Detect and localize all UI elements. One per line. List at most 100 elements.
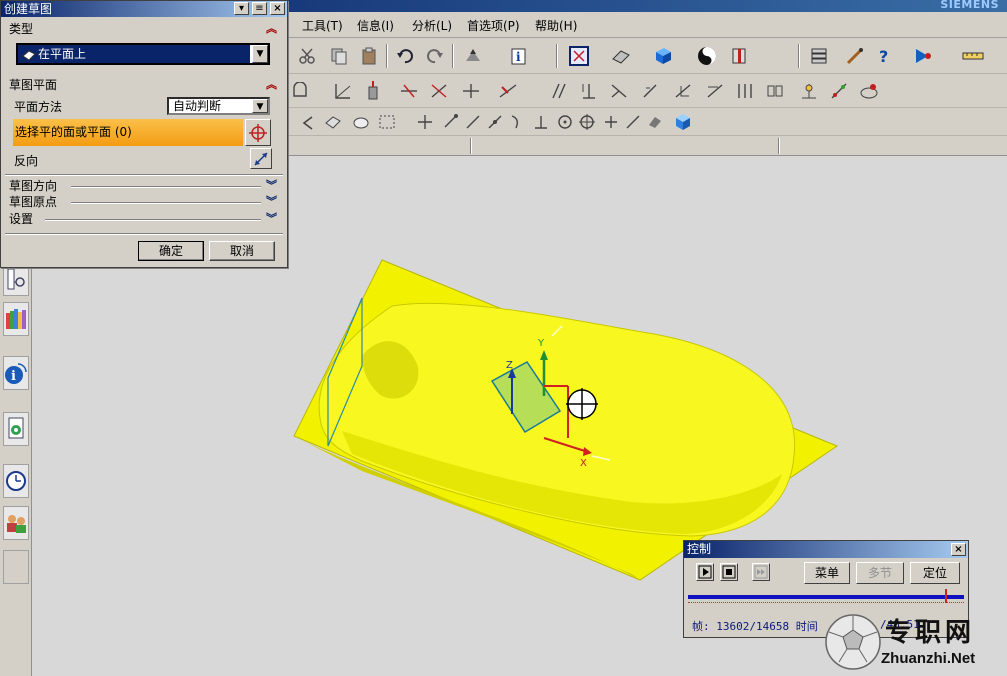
- plane-selector-icon[interactable]: [245, 119, 271, 146]
- snap-intersection-icon[interactable]: [600, 111, 622, 133]
- watermark-url: Zhuanzhi.Net: [881, 650, 976, 667]
- play-step-icon[interactable]: [696, 563, 714, 581]
- animate-dimension-icon[interactable]: [858, 80, 880, 102]
- dropdown-arrow-icon[interactable]: ▼: [252, 45, 268, 63]
- svg-text:i: i: [11, 369, 16, 384]
- coincident-constraint-icon[interactable]: [608, 80, 630, 102]
- empty-tab[interactable]: [3, 550, 29, 584]
- z-axis-label: Z: [506, 360, 513, 371]
- menu-button[interactable]: 菜单: [804, 562, 850, 584]
- info-icon[interactable]: i: [3, 356, 29, 390]
- locate-button[interactable]: 定位: [910, 562, 960, 584]
- menu-help[interactable]: 帮助(H): [535, 17, 577, 34]
- x-axis-label: X: [580, 458, 587, 469]
- select-planar-face-row[interactable]: 选择平的面或平面 (0): [13, 119, 243, 146]
- playback-playhead[interactable]: [944, 589, 947, 603]
- parallel-constraint-icon[interactable]: [548, 80, 570, 102]
- snap-center-icon[interactable]: [554, 111, 576, 133]
- sketch-orientation-group-header[interactable]: 草图方向 ︾: [9, 178, 281, 194]
- paste-icon[interactable]: [358, 45, 380, 67]
- history-clock-icon[interactable]: [3, 464, 29, 498]
- menu-tools[interactable]: 工具(T): [302, 17, 343, 34]
- menu-preferences[interactable]: 首选项(P): [467, 17, 520, 34]
- dialog-menu-icon[interactable]: ≡: [252, 2, 267, 15]
- snap-point-icon[interactable]: [414, 111, 436, 133]
- brand-logo: SIEMENS: [940, 0, 999, 11]
- ok-button[interactable]: 确定: [138, 241, 204, 261]
- layer-settings-icon[interactable]: [808, 45, 830, 67]
- extrude-sketch-icon[interactable]: [362, 80, 384, 102]
- snap-perp-icon[interactable]: [530, 111, 552, 133]
- select-solid-icon[interactable]: [672, 111, 694, 133]
- extend-curve-icon[interactable]: [428, 80, 450, 102]
- control-close-icon[interactable]: ×: [951, 543, 966, 556]
- redo-icon[interactable]: [424, 45, 446, 67]
- stop-icon[interactable]: [720, 563, 738, 581]
- select-surface-icon[interactable]: [350, 111, 372, 133]
- reuse-library-icon[interactable]: [3, 302, 29, 336]
- dropdown-arrow-icon[interactable]: ▼: [252, 99, 268, 113]
- expand-chevron-icon[interactable]: ︾: [266, 211, 277, 227]
- snap-face-icon[interactable]: [644, 111, 666, 133]
- select-body-icon[interactable]: [322, 111, 344, 133]
- horizontal-constraint-icon[interactable]: [704, 80, 726, 102]
- snap-end-icon[interactable]: [440, 111, 462, 133]
- dialog-collapse-icon[interactable]: ▾: [234, 2, 249, 15]
- type-group-header[interactable]: 类型 ︽: [9, 21, 281, 37]
- collapse-chevron-icon[interactable]: ︽: [266, 21, 277, 37]
- snap-line-icon[interactable]: [462, 111, 484, 133]
- equal-length-icon[interactable]: [640, 80, 662, 102]
- arc-shape-icon[interactable]: [290, 80, 312, 102]
- collinear-constraint-icon[interactable]: [764, 80, 786, 102]
- settings-group-header[interactable]: 设置 ︾: [9, 211, 281, 227]
- expand-chevron-icon[interactable]: ︾: [266, 194, 277, 210]
- menu-analysis[interactable]: 分析(L): [412, 17, 452, 34]
- cut-icon[interactable]: [296, 45, 318, 67]
- plane-group-header[interactable]: 草图平面 ︽: [9, 77, 281, 93]
- collapse-chevron-icon[interactable]: ︽: [266, 77, 277, 93]
- tangent-constraint-icon[interactable]: [672, 80, 694, 102]
- angle-constraint-icon[interactable]: [332, 80, 354, 102]
- help-pointer-icon[interactable]: ?: [874, 45, 896, 67]
- fit-view-icon[interactable]: [568, 45, 590, 67]
- snap-on-curve-icon[interactable]: [622, 111, 644, 133]
- playback-track[interactable]: [688, 589, 964, 603]
- dialog-close-icon[interactable]: ×: [270, 2, 285, 15]
- journal-play-icon[interactable]: [912, 45, 934, 67]
- shaded-view-icon[interactable]: [610, 45, 632, 67]
- undo-icon[interactable]: [394, 45, 416, 67]
- rectangle-select-icon[interactable]: [376, 111, 398, 133]
- snap-midpoint-icon[interactable]: [484, 111, 506, 133]
- roles-icon[interactable]: [3, 506, 29, 540]
- cancel-button[interactable]: 取消: [209, 241, 275, 261]
- reverse-direction-icon[interactable]: [250, 148, 272, 169]
- trim-curve-icon[interactable]: [398, 80, 420, 102]
- select-arrow-icon[interactable]: [296, 111, 318, 133]
- sketch-type-select[interactable]: 在平面上 ▼: [16, 43, 270, 65]
- multi-section-button[interactable]: 多节: [856, 562, 904, 584]
- fast-forward-icon[interactable]: [752, 563, 770, 581]
- snap-quadrant-icon[interactable]: [576, 111, 598, 133]
- auto-dimension-icon[interactable]: [798, 80, 820, 102]
- vertical-constraint-icon[interactable]: [734, 80, 756, 102]
- perpendicular-constraint-icon[interactable]: [578, 80, 600, 102]
- expand-chevron-icon[interactable]: ︾: [266, 178, 277, 194]
- snap-arc-icon[interactable]: [506, 111, 528, 133]
- corner-curve-icon[interactable]: [460, 80, 482, 102]
- measure-icon[interactable]: [962, 45, 984, 67]
- repeat-command-icon[interactable]: [462, 45, 484, 67]
- fillet-sketch-icon[interactable]: [498, 80, 520, 102]
- information-icon[interactable]: i: [508, 45, 530, 67]
- web-browser-icon[interactable]: [3, 412, 29, 446]
- svg-text:?: ?: [879, 47, 888, 66]
- copy-icon[interactable]: [328, 45, 350, 67]
- menu-info[interactable]: 信息(I): [357, 17, 394, 34]
- contrast-icon[interactable]: [696, 45, 718, 67]
- show-constraints-icon[interactable]: [828, 80, 850, 102]
- plane-method-select[interactable]: 自动判断 ▼: [167, 97, 270, 115]
- frame-counter: 帧: 13602/14658 时间: [692, 620, 818, 633]
- sketch-origin-group-header[interactable]: 草图原点 ︾: [9, 194, 281, 210]
- section-view-icon[interactable]: [728, 45, 750, 67]
- cube-render-icon[interactable]: [652, 45, 674, 67]
- edit-object-icon[interactable]: [844, 45, 866, 67]
